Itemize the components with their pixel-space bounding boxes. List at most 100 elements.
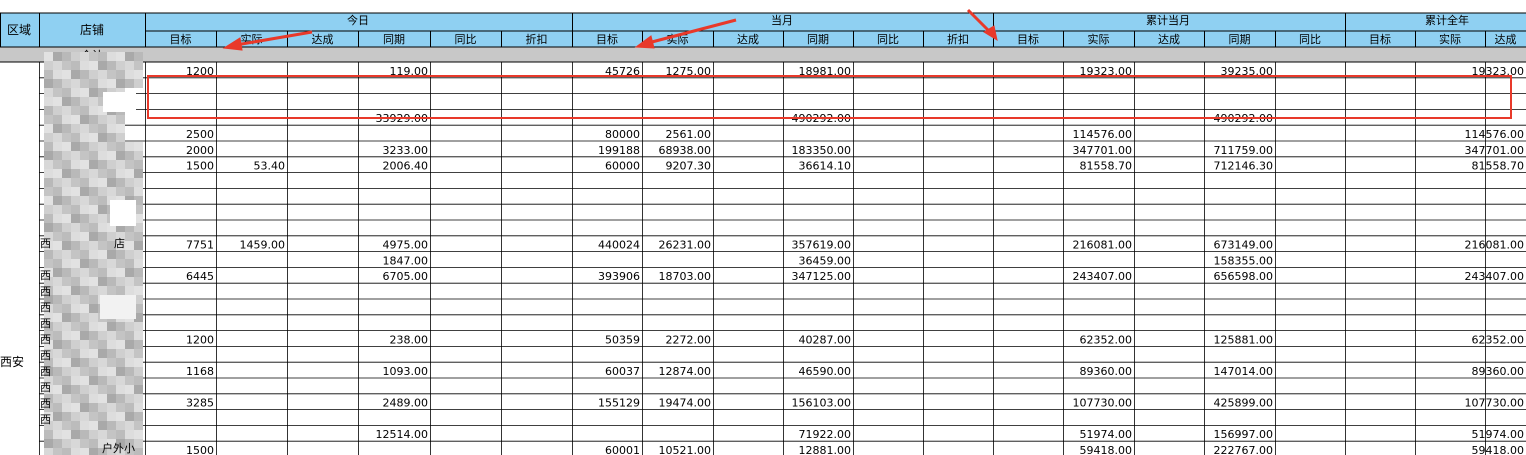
pixel-block — [62, 340, 71, 349]
pixel-block — [71, 412, 80, 421]
pixel-block — [80, 151, 89, 160]
pixel-block — [107, 403, 116, 412]
pixel-block — [134, 340, 143, 349]
pixel-block — [80, 178, 89, 187]
sub-header-label: 同比 — [877, 33, 899, 46]
pixel-block — [71, 88, 80, 97]
pixel-block — [116, 430, 125, 439]
pixel-block — [89, 331, 98, 340]
pixel-block — [71, 142, 80, 151]
pixel-block — [134, 259, 143, 268]
pixel-block — [98, 79, 107, 88]
pixel-block — [134, 268, 143, 277]
sub-header-label: 达成 — [1495, 33, 1517, 46]
pixel-block — [62, 52, 71, 61]
pixel-block — [62, 376, 71, 385]
pixel-block — [89, 439, 98, 448]
pixel-block — [44, 79, 53, 88]
table-cell: 12514.00 — [376, 428, 429, 441]
pixel-block — [116, 151, 125, 160]
store-name-fragment: 户外小 — [102, 441, 135, 455]
pixel-block — [116, 412, 125, 421]
pixel-block — [107, 322, 116, 331]
pixel-block — [89, 232, 98, 241]
pixel-block — [98, 376, 107, 385]
pixel-block — [134, 61, 143, 70]
pixel-block — [80, 259, 89, 268]
pixel-block — [53, 259, 62, 268]
pixel-block — [116, 385, 125, 394]
pixel-block — [89, 394, 98, 403]
pixel-block — [62, 115, 71, 124]
pixel-block — [62, 295, 71, 304]
pixel-block — [71, 223, 80, 232]
pixel-block — [89, 286, 98, 295]
pixel-block — [62, 259, 71, 268]
table-cell: 36459.00 — [799, 254, 852, 267]
group-header-cum-month: 累计当月 — [1146, 13, 1190, 27]
pixel-block — [44, 223, 53, 232]
pixel-block — [62, 187, 71, 196]
pixel-block — [71, 124, 80, 133]
pixel-block — [71, 295, 80, 304]
pixel-block — [125, 151, 134, 160]
table-cell: 40287.00 — [799, 333, 852, 346]
pixel-block — [53, 79, 62, 88]
pixel-block — [62, 61, 71, 70]
pixel-block — [44, 187, 53, 196]
grid-lines — [0, 12, 1526, 455]
pixel-block — [71, 115, 80, 124]
pixel-block — [107, 70, 116, 79]
pixel-block — [98, 268, 107, 277]
pixel-block — [125, 394, 134, 403]
pixel-block — [71, 421, 80, 430]
pixel-block — [89, 205, 98, 214]
pixel-block — [44, 151, 53, 160]
pixel-block — [89, 160, 98, 169]
pixel-block — [53, 196, 62, 205]
pixel-block — [125, 385, 134, 394]
pixel-block — [80, 133, 89, 142]
pixel-block — [71, 349, 80, 358]
pixel-block — [53, 403, 62, 412]
pixel-block — [107, 367, 116, 376]
table-cell: 3233.00 — [383, 144, 429, 157]
pixel-block — [62, 277, 71, 286]
pixel-block — [125, 142, 134, 151]
table-cell: 156997.00 — [1214, 428, 1274, 441]
pixel-block — [80, 322, 89, 331]
pixel-block — [80, 340, 89, 349]
pixel-block — [134, 178, 143, 187]
pixel-block — [116, 340, 125, 349]
pixel-block — [125, 160, 134, 169]
table-cell: 425899.00 — [1214, 397, 1274, 410]
pixel-block — [98, 349, 107, 358]
pixel-block — [89, 277, 98, 286]
pixel-block — [125, 52, 134, 61]
pixel-block — [134, 322, 143, 331]
pixel-block — [62, 394, 71, 403]
pixel-block — [80, 232, 89, 241]
table-cell: 1200 — [186, 333, 214, 346]
pixel-block — [71, 286, 80, 295]
pixel-block — [98, 142, 107, 151]
pixel-block — [98, 160, 107, 169]
pixel-block — [116, 115, 125, 124]
pixel-block — [98, 241, 107, 250]
group-header-cum-year: 累计全年 — [1425, 13, 1469, 27]
pixel-block — [80, 448, 89, 455]
pixel-block — [71, 367, 80, 376]
pixel-block — [98, 214, 107, 223]
table-cell: 2561.00 — [666, 128, 712, 141]
pixel-block — [107, 277, 116, 286]
pixel-block — [71, 403, 80, 412]
store-name-fragment: 西 — [40, 397, 51, 410]
pixel-block — [80, 250, 89, 259]
table-cell: 68938.00 — [659, 144, 712, 157]
table-cell: 347701.00 — [1073, 144, 1133, 157]
table-cell: 81558.70 — [1080, 160, 1133, 173]
table-cell: 12874.00 — [659, 365, 712, 378]
pixel-block — [44, 448, 53, 455]
table-cell: 156103.00 — [792, 397, 852, 410]
table-cell: 1459.00 — [240, 239, 286, 252]
